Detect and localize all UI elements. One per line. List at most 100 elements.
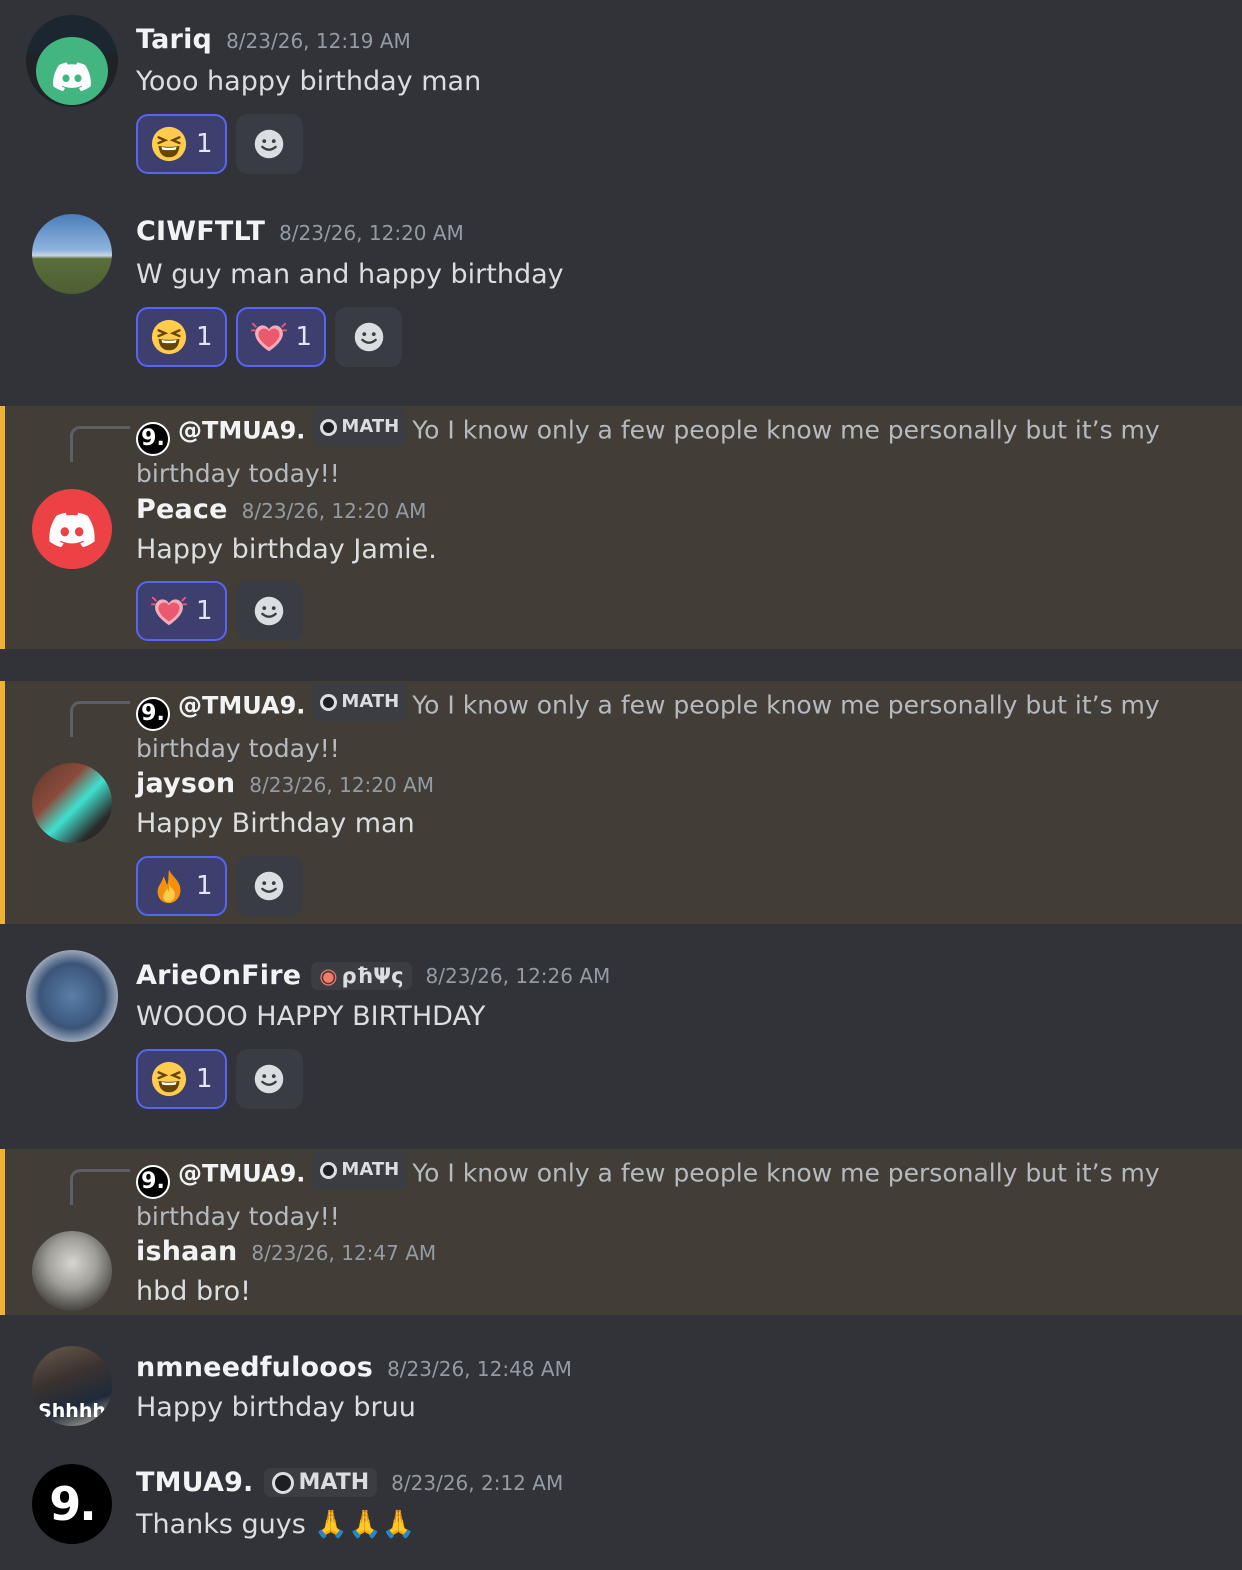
add-reaction-button[interactable]: [235, 1049, 303, 1109]
reply-spine: [70, 426, 130, 462]
avatar[interactable]: [32, 214, 112, 294]
reaction-fire[interactable]: 1: [136, 856, 227, 916]
reaction-count: 1: [196, 1064, 213, 1094]
timestamp: 8/23/26, 12:20 AM: [249, 773, 435, 797]
add-reaction-icon: [250, 125, 288, 163]
message-jayson: 9. @TMUA9. MATH Yo I know only a few people…: [0, 681, 1242, 924]
timestamp: 8/23/26, 12:19 AM: [226, 29, 411, 53]
heartpulse-emoji-icon: [250, 318, 288, 356]
avatar[interactable]: [32, 763, 112, 843]
reactions: 1 1: [136, 307, 403, 367]
username[interactable]: jayson: [136, 768, 235, 799]
avatar[interactable]: Shhhh: [32, 1346, 112, 1426]
math-tag: MATH: [313, 408, 407, 446]
username[interactable]: ArieOnFire: [136, 960, 301, 991]
reaction-heartpulse[interactable]: 1: [136, 581, 227, 641]
tag-ring-icon: [271, 1471, 294, 1494]
tag-ring-icon: [320, 418, 338, 436]
message-text: W guy man and happy birthday: [136, 259, 564, 290]
timestamp: 8/23/26, 12:20 AM: [279, 221, 464, 245]
message-tariq: Tariq 8/23/26, 12:19 AM Yooo happy birth…: [0, 0, 1242, 200]
username[interactable]: nmneedfulooos: [136, 1352, 373, 1383]
message-ishaan: 9. @TMUA9. MATH Yo I know only a few people…: [0, 1149, 1242, 1315]
message-text: Happy birthday bruu: [136, 1392, 416, 1423]
add-reaction-button[interactable]: [235, 856, 303, 916]
reactions: 1: [136, 581, 303, 641]
reaction-laughing[interactable]: 1: [136, 307, 227, 367]
timestamp: 8/23/26, 2:12 AM: [391, 1470, 564, 1495]
reply-mention[interactable]: @TMUA9.: [178, 692, 305, 720]
tag-label: MATH: [341, 1159, 400, 1180]
fire-emoji-icon: [150, 867, 188, 905]
tag-label: MATH: [298, 1470, 370, 1495]
message-peace: 9. @TMUA9. MATH Yo I know only a few people…: [0, 406, 1242, 649]
heartpulse-emoji-icon: [150, 592, 188, 630]
laughing-emoji-icon: [150, 125, 188, 163]
tag-label: MATH: [341, 416, 400, 437]
message-text: Thanks guys 🙏🙏🙏: [136, 1509, 416, 1540]
reply-avatar: 9.: [136, 421, 170, 456]
reply-avatar: 9.: [136, 696, 170, 731]
avatar[interactable]: [26, 15, 118, 107]
tag-ring-icon: [320, 693, 338, 711]
reaction-laughing[interactable]: 1: [136, 114, 227, 174]
username[interactable]: TMUA9.: [136, 1467, 254, 1498]
username[interactable]: ishaan: [136, 1236, 237, 1267]
reactions: 1: [136, 1049, 303, 1109]
reaction-count: 1: [196, 129, 213, 159]
reaction-laughing[interactable]: 1: [136, 1049, 227, 1109]
reply-preview[interactable]: 9. @TMUA9. MATH Yo I know only a few people…: [136, 683, 1202, 767]
timestamp: 8/23/26, 12:26 AM: [425, 963, 611, 988]
message-text: Happy Birthday man: [136, 808, 415, 839]
reply-preview[interactable]: 9. @TMUA9. MATH Yo I know only a few people…: [136, 408, 1202, 492]
add-reaction-icon: [250, 1060, 288, 1098]
username[interactable]: Peace: [136, 494, 228, 525]
add-reaction-icon: [250, 867, 288, 905]
laughing-emoji-icon: [150, 1060, 188, 1098]
reply-mention[interactable]: @TMUA9.: [178, 417, 305, 445]
avatar[interactable]: 9.: [32, 1464, 112, 1544]
reply-avatar: 9.: [136, 1164, 170, 1199]
timestamp: 8/23/26, 12:48 AM: [387, 1357, 572, 1381]
phys-tag: ◉ ρħΨς: [311, 961, 412, 990]
discord-logo-icon: [52, 61, 92, 91]
reactions: 1: [136, 114, 303, 174]
avatar[interactable]: [32, 489, 112, 569]
username[interactable]: Tariq: [136, 24, 212, 55]
reaction-heartpulse[interactable]: 1: [235, 307, 327, 367]
tag-ring-icon: [320, 1161, 338, 1179]
math-tag: MATH: [313, 1151, 407, 1189]
reaction-count: 1: [196, 322, 213, 352]
math-tag: MATH: [313, 683, 407, 721]
message-text: Yooo happy birthday man: [136, 66, 482, 97]
add-reaction-button[interactable]: [235, 114, 303, 174]
add-reaction-button[interactable]: [335, 307, 403, 367]
reply-preview[interactable]: 9. @TMUA9. MATH Yo I know only a few people…: [136, 1151, 1202, 1235]
message-tmua9: 9. TMUA9. MATH 8/23/26, 2:12 AM Thanks g…: [0, 1445, 1242, 1570]
fire-icon: ◉: [319, 963, 338, 988]
tag-label: MATH: [341, 691, 400, 712]
avatar-glyph: 9.: [49, 1477, 97, 1531]
reply-spine: [70, 1169, 130, 1205]
reply-spine: [70, 701, 130, 737]
avatar[interactable]: [32, 1231, 112, 1311]
discord-logo-icon: [48, 511, 96, 547]
add-reaction-icon: [350, 318, 388, 356]
timestamp: 8/23/26, 12:20 AM: [241, 499, 427, 523]
message-text: Happy birthday Jamie.: [136, 534, 437, 565]
add-reaction-button[interactable]: [235, 581, 303, 641]
avatar[interactable]: [26, 950, 118, 1042]
username[interactable]: CIWFTLT: [136, 216, 265, 247]
message-arieonfire: ArieOnFire ◉ ρħΨς 8/23/26, 12:26 AM WOOOO…: [0, 924, 1242, 1148]
reply-mention[interactable]: @TMUA9.: [178, 1160, 305, 1188]
reactions: 1: [136, 856, 303, 916]
message-text: WOOOO HAPPY BIRTHDAY: [136, 1001, 486, 1032]
math-tag: MATH: [263, 1468, 378, 1497]
message-ciwftlt: CIWFTLT 8/23/26, 12:20 AM W guy man and …: [0, 200, 1242, 406]
message-nmneedfulooos: Shhhh nmneedfulooos 8/23/26, 12:48 AM Ha…: [0, 1315, 1242, 1445]
laughing-emoji-icon: [150, 318, 188, 356]
add-reaction-icon: [250, 592, 288, 630]
message-text: hbd bro!: [136, 1276, 251, 1307]
reaction-count: 1: [196, 596, 213, 626]
avatar-caption: Shhhh: [38, 1400, 106, 1422]
